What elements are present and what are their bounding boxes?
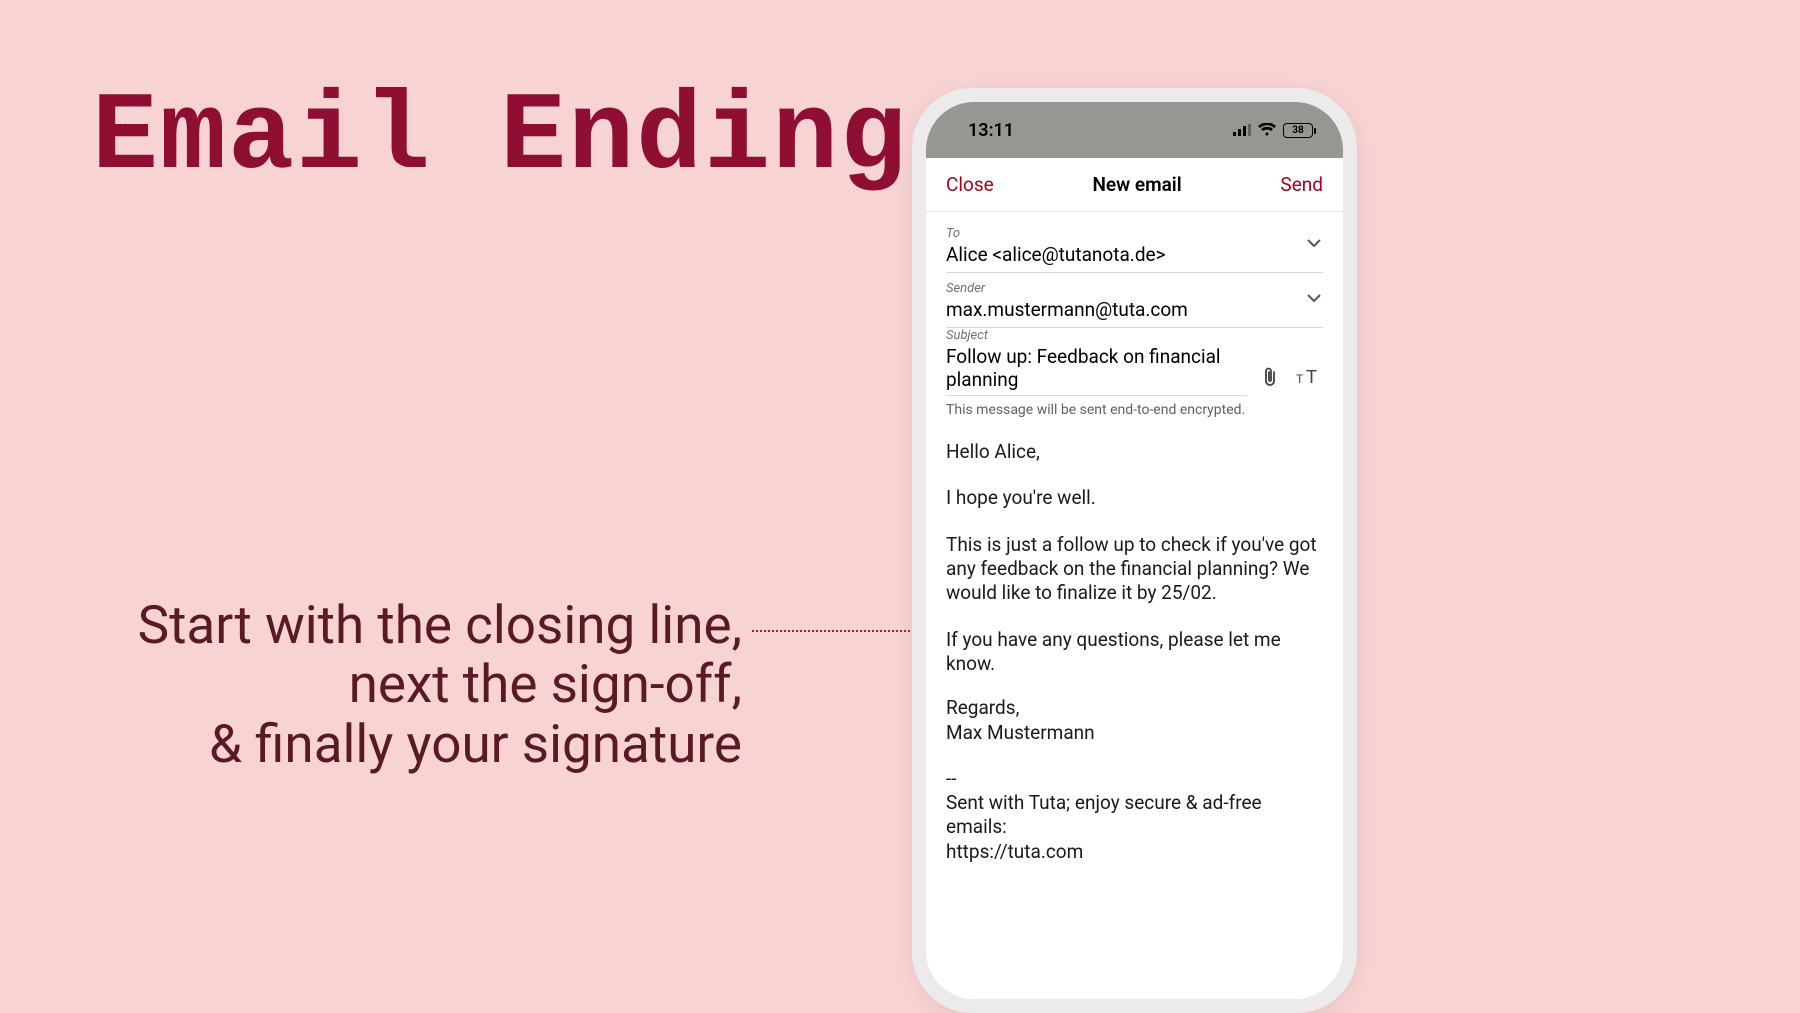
sender-field[interactable]: Sender max.mustermann@tuta.com: [946, 273, 1323, 328]
status-time: 13:11: [968, 120, 1014, 141]
status-icons: 38: [1233, 120, 1313, 141]
battery-icon: 38: [1283, 123, 1313, 138]
caption-line-2: next the sign-off,: [92, 655, 742, 714]
signature-line-1: Sent with Tuta; enjoy secure & ad-free e…: [946, 791, 1323, 840]
slide-caption: Start with the closing line, next the si…: [92, 596, 742, 774]
caption-line-3: & finally your signature: [92, 715, 742, 774]
body-line-2: This is just a follow up to check if you…: [946, 533, 1323, 606]
sender-value: max.mustermann@tuta.com: [946, 298, 1188, 321]
body-signoff: Regards,: [946, 696, 1323, 720]
to-label: To: [946, 226, 1323, 241]
body-line-1: I hope you're well.: [946, 486, 1323, 510]
body-name: Max Mustermann: [946, 721, 1323, 745]
svg-text:T: T: [1306, 367, 1317, 387]
text-size-icon[interactable]: TT: [1293, 362, 1323, 392]
compose-fields: To Alice <alice@tutanota.de> Sender max.…: [926, 212, 1343, 418]
subject-value: Follow up: Feedback on financial plannin…: [946, 345, 1221, 391]
compose-header: Close New email Send: [926, 158, 1343, 212]
body-greeting: Hello Alice,: [946, 440, 1323, 464]
chevron-down-icon[interactable]: [1307, 289, 1321, 308]
to-value: Alice <alice@tutanota.de>: [946, 243, 1166, 266]
svg-text:T: T: [1296, 372, 1304, 386]
wifi-icon: [1258, 120, 1276, 141]
subject-field[interactable]: Subject Follow up: Feedback on financial…: [946, 328, 1247, 396]
send-button[interactable]: Send: [1280, 173, 1323, 196]
slide-title: Email Ending: [92, 76, 908, 201]
phone-frame: 13:11 38 Close New email Send To Alice <…: [912, 88, 1357, 1013]
sender-label: Sender: [946, 281, 1323, 296]
page-title: New email: [1092, 173, 1181, 196]
body-closing: If you have any questions, please let me…: [946, 628, 1323, 677]
phone-screen: 13:11 38 Close New email Send To Alice <…: [926, 102, 1343, 999]
to-field[interactable]: To Alice <alice@tutanota.de>: [946, 218, 1323, 273]
signature-line-2: https://tuta.com: [946, 840, 1323, 864]
attachment-icon[interactable]: [1255, 362, 1285, 392]
email-body[interactable]: Hello Alice, I hope you're well. This is…: [926, 418, 1343, 864]
close-button[interactable]: Close: [946, 173, 994, 196]
caption-line-1: Start with the closing line,: [92, 596, 742, 655]
subject-row: Subject Follow up: Feedback on financial…: [946, 328, 1323, 396]
status-bar: 13:11 38: [926, 102, 1343, 158]
encryption-note: This message will be sent end-to-end enc…: [946, 402, 1323, 418]
chevron-down-icon[interactable]: [1307, 234, 1321, 253]
subject-label: Subject: [946, 328, 1247, 343]
signature-separator: --: [946, 767, 1323, 791]
signal-icon: [1233, 120, 1251, 141]
